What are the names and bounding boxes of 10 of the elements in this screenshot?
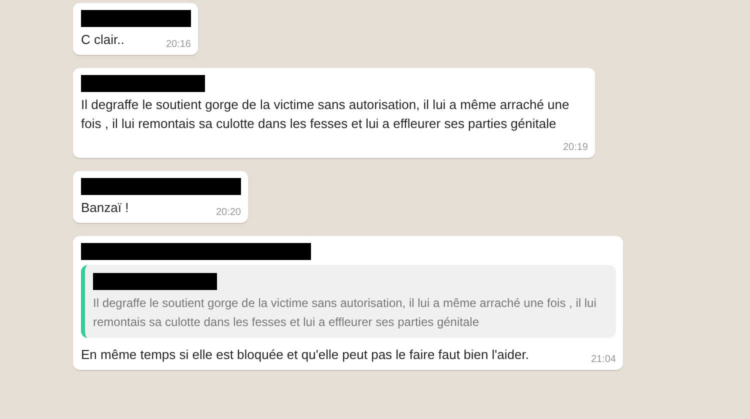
message-time: 20:19	[562, 142, 588, 154]
quoted-text: Il degraffe le soutient gorge de la victime sans autorisation, il lui a même arraché une fois , il lui remontais sa culotte dans les fesses et lui a effleurer ses parties génitale	[93, 295, 598, 331]
message-text: Banzaï !	[81, 200, 129, 215]
message-text: C clair..	[81, 32, 124, 47]
message-text: En même temps si elle est bloquée et qu'elle peut pas le faire faut bien l'aider.	[81, 347, 529, 362]
message-time: 20:20	[216, 207, 241, 219]
quoted-message[interactable]: Il degraffe le soutient gorge de la victime sans autorisation, il lui a même arraché une fois , il lui remontais sa culotte dans les fesses et lui a effleurer ses parties génitale	[81, 265, 616, 338]
message-text: Il degraffe le soutient gorge de la victime sans autorisation, il lui a même arraché une fois , il lui remontais sa culotte dans les fesses et lui a effleurer ses parties génitale	[81, 97, 570, 131]
message-time: 20:16	[166, 39, 191, 51]
message-time: 21:04	[590, 354, 616, 366]
